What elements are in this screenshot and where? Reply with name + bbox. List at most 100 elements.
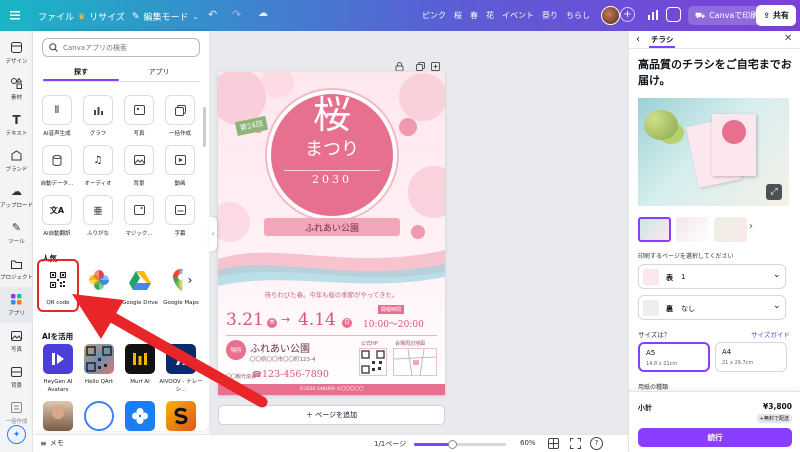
back-icon[interactable]: ‹ [636, 34, 640, 45]
undo-icon[interactable]: ↶ [208, 8, 217, 21]
rail-label: 背景 [10, 382, 22, 389]
app-tile-label: 自動データ... [40, 181, 74, 187]
size-guide-link[interactable]: サイズガイド [751, 329, 790, 339]
app-tile-videos[interactable] [165, 145, 195, 175]
preview-thumb-1[interactable] [638, 217, 671, 242]
preview-thumb-2[interactable] [676, 217, 709, 242]
app-tile-ai-voice[interactable]: ⦀ [42, 95, 72, 125]
app-whiteboard[interactable] [84, 401, 114, 431]
insights-icon[interactable] [646, 8, 660, 22]
expand-image-icon[interactable]: ⤢ [766, 184, 782, 200]
comment-icon[interactable] [666, 7, 681, 22]
print-button[interactable]: ⛟ Canvaで印刷 [688, 6, 766, 25]
duplicate-page-icon[interactable] [416, 56, 425, 71]
app-tile-label: 写真 [133, 131, 145, 137]
close-icon[interactable]: ✕ [784, 33, 792, 44]
hide-panel-handle[interactable]: ‹ [209, 217, 217, 251]
back-page-select[interactable]: 裏 なし ⌄ [638, 295, 786, 320]
size-option-a5[interactable]: A5 14.8 x 21cm [638, 342, 710, 372]
file-menu-label: ファイル [38, 13, 75, 23]
checkout-footer: 小計 ¥3,800 +無料で配送 続行 [629, 391, 800, 452]
app-tile-charts[interactable] [83, 95, 113, 125]
add-page-button[interactable]: ＋ ページを追加 [218, 405, 445, 425]
notes-button[interactable]: ≡ メモ [40, 438, 64, 448]
print-tab[interactable]: チラシ [651, 34, 673, 45]
flyer-page[interactable]: 第24回 桜 まつり 2030 ふれあい公園 待ちわびた春。今年も桜の季節がやっ… [218, 72, 445, 395]
upload-icon: ⇪ [763, 11, 770, 20]
app-s-logo[interactable] [166, 401, 196, 431]
add-collaborator-icon[interactable]: + [620, 7, 635, 22]
rail-item-photos[interactable]: 写真 [0, 323, 33, 359]
redo-icon[interactable]: ↷ [232, 8, 241, 21]
lock-icon[interactable] [395, 56, 404, 72]
print-button-label: Canvaで印刷 [709, 11, 759, 20]
page-indicator[interactable]: 1/1ページ [374, 439, 406, 449]
shapes-icon [11, 78, 23, 90]
carousel-next-icon[interactable]: › [183, 269, 197, 291]
menu-icon[interactable] [9, 9, 21, 21]
rail-item-projects[interactable]: プロジェクト [0, 251, 33, 287]
app-photos[interactable] [84, 265, 114, 295]
grid-view-icon[interactable] [548, 438, 559, 451]
rail-item-apps[interactable]: アプリ [0, 287, 33, 323]
qr-art-icon [86, 346, 112, 372]
preview-thumb-3[interactable] [714, 217, 747, 242]
front-page-select[interactable]: 表 1 ⌄ [638, 264, 786, 289]
fullscreen-icon[interactable] [570, 438, 581, 451]
design-title[interactable]: ピンク 桜 春 花 イベント 祭り ちらし [422, 10, 590, 21]
app-flower-logo[interactable] [125, 401, 155, 431]
file-menu[interactable]: ファイル [38, 10, 74, 23]
rail-item-elements[interactable]: 素材 [0, 71, 33, 107]
flyer-hour-divider [226, 335, 437, 336]
app-tile-captions[interactable] [165, 195, 195, 225]
user-avatar[interactable] [601, 6, 620, 25]
size-option-a4[interactable]: A4 21 x 29.7cm [715, 342, 787, 372]
app-murf-ai[interactable] [125, 344, 155, 374]
tab-apps[interactable]: アプリ [120, 67, 198, 77]
app-tile-autofill[interactable] [42, 145, 72, 175]
ai-voice-icon: ⦀ [54, 104, 60, 116]
add-page-icon[interactable] [431, 56, 440, 71]
flyer-time: 10:00～20:00 [363, 320, 424, 330]
app-tile-audio[interactable]: ♫ [83, 145, 113, 175]
zoom-slider[interactable] [414, 440, 506, 449]
apps-panel: Canvaアプリの検索 探す アプリ ⦀ AI音声生成 グラフ 写真 一括作成 … [33, 31, 209, 431]
app-tile-ai-translate[interactable]: 文A [42, 195, 72, 225]
magic-assistant-button[interactable]: ✦ [7, 425, 26, 444]
truck-icon: ⛟ [695, 10, 706, 20]
rail-item-backgrounds[interactable]: 背景 [0, 359, 33, 395]
aivoov-icon [176, 353, 186, 365]
resize-button[interactable]: ♛ リサイズ [78, 10, 125, 23]
cloud-saved-icon[interactable]: ☁ [258, 8, 268, 19]
app-google-drive[interactable] [125, 265, 155, 295]
tab-discover-label: 探す [74, 68, 88, 76]
app-aivoov[interactable] [166, 344, 196, 374]
help-icon[interactable]: ? [590, 437, 603, 450]
zoom-level[interactable]: 60% [520, 439, 536, 447]
app-hello-qart[interactable] [84, 344, 114, 374]
rail-item-brand[interactable]: ブランド [0, 143, 33, 179]
rail-item-design[interactable]: デザイン [0, 35, 33, 71]
share-button[interactable]: ⇪ 共有 [756, 5, 796, 26]
phone-icon: ☎ [252, 370, 262, 379]
continue-button[interactable]: 続行 [638, 428, 792, 447]
app-tile-bulk-create[interactable] [165, 95, 195, 125]
app-tile-backgrounds[interactable] [124, 145, 154, 175]
app-tile-furigana[interactable]: 亜 [83, 195, 113, 225]
edit-mode-dropdown[interactable]: ✎ 編集モード ⌄ [132, 10, 198, 24]
tab-discover[interactable]: 探す [42, 67, 120, 77]
rail-item-tools[interactable]: ✎ ツール [0, 215, 33, 251]
app-tile-magic-media[interactable] [124, 195, 154, 225]
brand-icon [11, 150, 23, 162]
zoom-slider-knob[interactable] [448, 440, 458, 449]
rail-item-text[interactable]: T テキスト [0, 107, 33, 143]
app-avatar-person[interactable] [43, 401, 73, 431]
rail-label: ブランド [5, 166, 28, 173]
size-dims: 21 x 29.7cm [722, 360, 754, 366]
preview-thumbs-next-icon[interactable]: › [749, 221, 753, 232]
search-input[interactable]: Canvaアプリの検索 [42, 38, 200, 57]
app-tile-photos[interactable] [124, 95, 154, 125]
app-heygen[interactable] [43, 344, 73, 374]
panel-scrollbar[interactable] [203, 107, 206, 147]
rail-item-uploads[interactable]: ☁ アップロード [0, 179, 33, 215]
